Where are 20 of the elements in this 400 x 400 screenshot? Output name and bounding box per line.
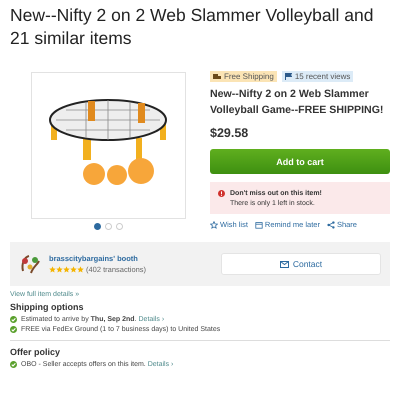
calendar-icon [254, 220, 263, 228]
carousel-dot[interactable] [94, 223, 101, 230]
badge-label: 15 recent views [294, 72, 350, 81]
star-outline-icon [210, 220, 218, 228]
flag-icon [284, 73, 292, 80]
mail-icon [280, 260, 289, 268]
check-icon [10, 316, 17, 323]
add-to-cart-button[interactable]: Add to cart [210, 149, 390, 174]
product-title: New--Nifty 2 on 2 Web Slammer Volleyball Game--FREE SHIPPING! [210, 87, 384, 118]
section-heading: Shipping options [10, 302, 84, 312]
alert-icon [218, 190, 225, 197]
check-icon [10, 361, 17, 368]
section-heading: Offer policy [10, 347, 62, 357]
page-title: New--Nifty 2 on 2 Web Slammer Volleyball and 21 similar items [10, 4, 374, 50]
product-price: $29.58 [210, 126, 250, 140]
check-icon [10, 326, 17, 333]
booth-logo-icon [19, 253, 41, 275]
share-icon [326, 220, 335, 228]
contact-button[interactable]: Contact [221, 253, 381, 275]
badge-label: Free Shipping [224, 72, 274, 81]
